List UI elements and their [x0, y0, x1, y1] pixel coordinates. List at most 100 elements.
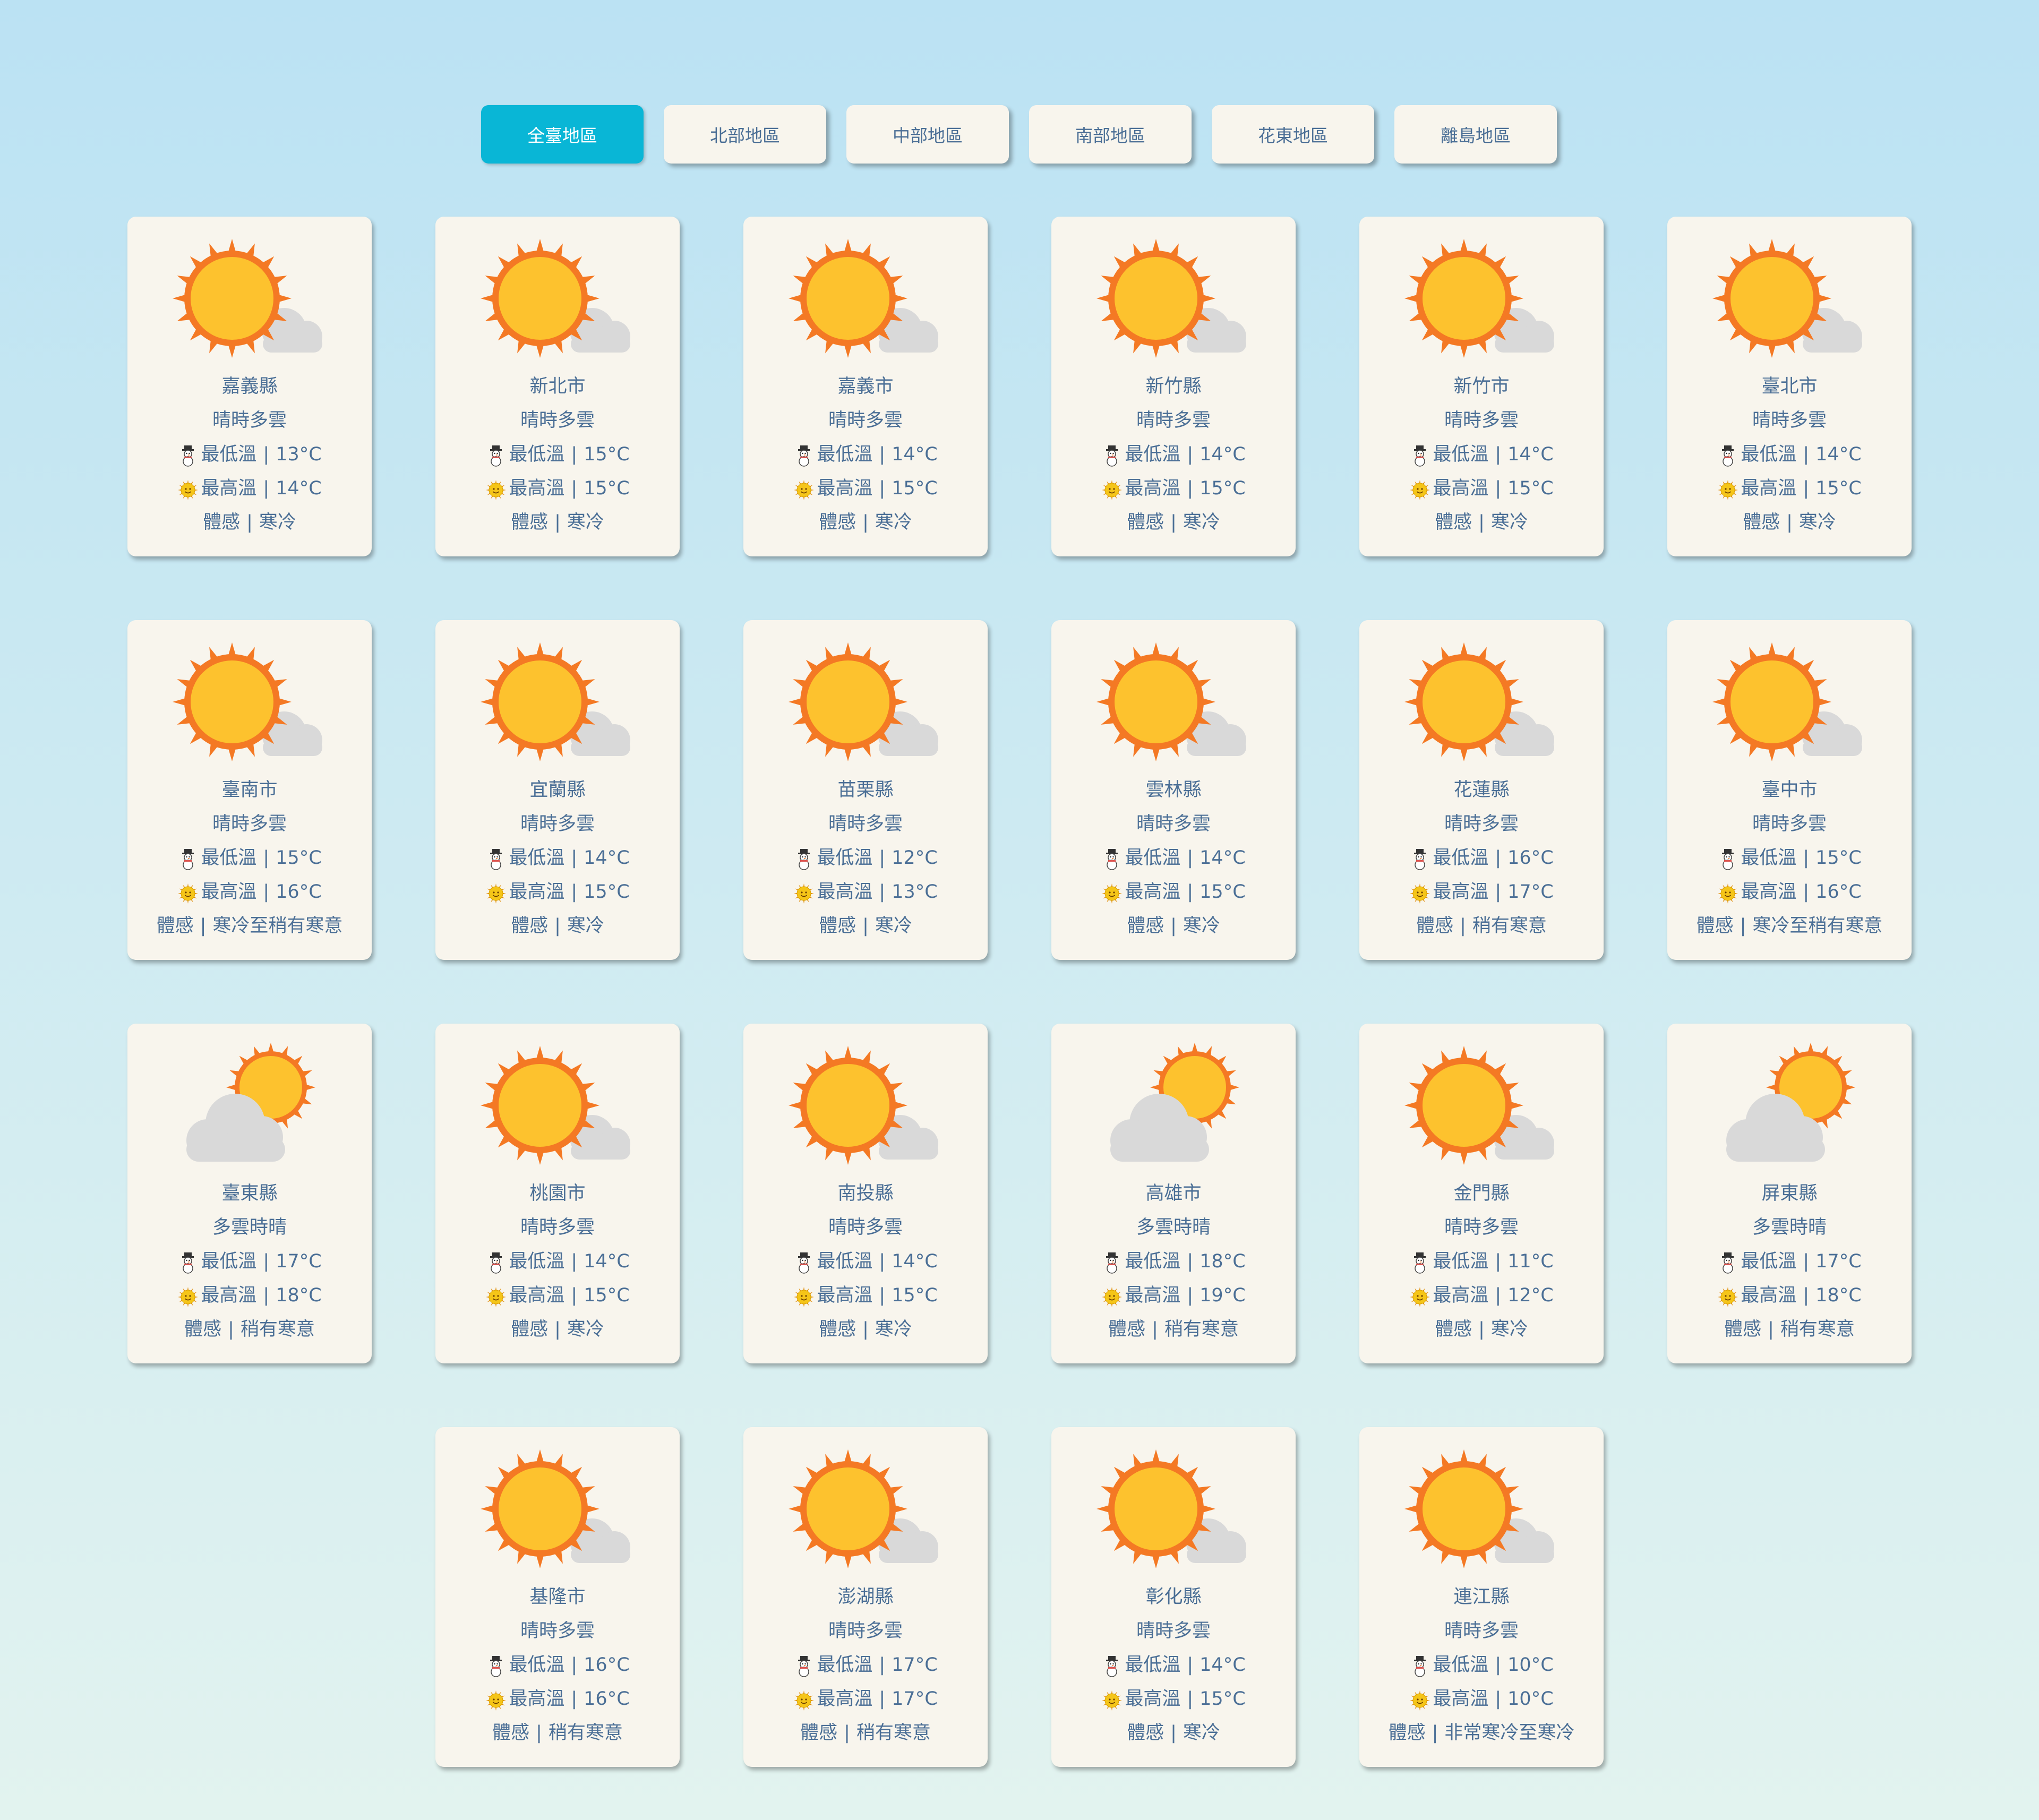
feel-value: 非常寒冷至寒冷: [1444, 1722, 1575, 1744]
city-name: 臺東縣: [221, 1183, 278, 1204]
snowman-icon: [1409, 444, 1430, 467]
snowman-icon: [793, 847, 815, 870]
sun-face-icon: [485, 1285, 507, 1307]
tab-central[interactable]: 中部地區: [846, 105, 1009, 164]
weather-card[interactable]: 雲林縣 晴時多雲 最低溫 | 14°C 最高溫 | 15°C 體感 | 寒冷: [1051, 620, 1296, 960]
max-temp-value: 12°C: [1507, 1285, 1554, 1306]
sun-behind-cloud-icon: [173, 231, 327, 364]
feel-value: 寒冷: [259, 512, 296, 533]
separator: |: [1187, 444, 1194, 465]
weather-card[interactable]: 桃園市 晴時多雲 最低溫 | 14°C 最高溫 | 15°C 體感 | 寒冷: [435, 1024, 680, 1363]
sun-behind-cloud-icon: [1404, 635, 1558, 768]
weather-card[interactable]: 臺東縣 多雲時晴 最低溫 | 17°C 最高溫 | 18°C 體感 | 稍有寒意: [127, 1024, 372, 1363]
separator: |: [1495, 444, 1502, 465]
sun-face-icon: [485, 478, 507, 500]
min-temp-value: 14°C: [892, 444, 938, 465]
weather-card[interactable]: 澎湖縣 晴時多雲 最低溫 | 17°C 最高溫 | 17°C 體感 | 稍有寒意: [743, 1427, 988, 1767]
feel-row: 體感 | 稍有寒意: [1724, 1312, 1855, 1346]
city-name: 臺南市: [221, 779, 278, 801]
separator: |: [536, 1722, 542, 1744]
weather-description: 晴時多雲: [1752, 410, 1827, 431]
feel-label: 體感: [511, 1319, 549, 1340]
max-temp-row: 最高溫 | 17°C: [793, 1682, 938, 1716]
weather-card[interactable]: 連江縣 晴時多雲 最低溫 | 10°C 最高溫 | 10°C 體感 | 非常寒冷至寒冷: [1359, 1427, 1604, 1767]
tab-southern[interactable]: 南部地區: [1029, 105, 1192, 164]
tab-hualien-taitung[interactable]: 花東地區: [1212, 105, 1374, 164]
weather-card[interactable]: 金門縣 晴時多雲 最低溫 | 11°C 最高溫 | 12°C 體感 | 寒冷: [1359, 1024, 1604, 1363]
feel-label: 體感: [511, 915, 549, 937]
min-temp-row: 最低溫 | 12°C: [793, 841, 938, 875]
tab-all-taiwan[interactable]: 全臺地區: [481, 105, 644, 164]
snowman-icon: [485, 1251, 507, 1274]
weather-description: 晴時多雲: [212, 813, 287, 835]
separator: |: [1803, 881, 1810, 903]
max-temp-value: 15°C: [1200, 881, 1246, 903]
feel-value: 稍有寒意: [856, 1722, 931, 1744]
weather-card[interactable]: 新竹縣 晴時多雲 最低溫 | 14°C 最高溫 | 15°C 體感 | 寒冷: [1051, 217, 1296, 556]
min-temp-row: 最低溫 | 14°C: [1101, 1648, 1246, 1682]
weather-card[interactable]: 新竹市 晴時多雲 最低溫 | 14°C 最高溫 | 15°C 體感 | 寒冷: [1359, 217, 1604, 556]
feel-row: 體感 | 稍有寒意: [1416, 909, 1547, 943]
weather-card[interactable]: 苗栗縣 晴時多雲 最低溫 | 12°C 最高溫 | 13°C 體感 | 寒冷: [743, 620, 988, 960]
weather-card[interactable]: 南投縣 晴時多雲 最低溫 | 14°C 最高溫 | 15°C 體感 | 寒冷: [743, 1024, 988, 1363]
separator: |: [1803, 1285, 1810, 1306]
sun-face-icon: [177, 881, 199, 904]
sun-behind-cloud-icon: [789, 231, 943, 364]
min-temp-label: 最低溫: [817, 1654, 873, 1676]
sun-face-icon: [1717, 1285, 1738, 1307]
min-temp-value: 12°C: [892, 847, 938, 869]
city-name: 連江縣: [1453, 1586, 1510, 1608]
tab-northern[interactable]: 北部地區: [664, 105, 826, 164]
sun-face-icon: [1717, 478, 1738, 500]
weather-description: 晴時多雲: [1752, 813, 1827, 835]
min-temp-label: 最低溫: [1125, 847, 1181, 869]
region-tabs: 全臺地區 北部地區 中部地區 南部地區 花東地區 離島地區: [481, 105, 1557, 164]
separator: |: [571, 1251, 578, 1272]
weather-card[interactable]: 新北市 晴時多雲 最低溫 | 15°C 最高溫 | 15°C 體感 | 寒冷: [435, 217, 680, 556]
feel-label: 體感: [1416, 915, 1454, 937]
weather-card[interactable]: 宜蘭縣 晴時多雲 最低溫 | 14°C 最高溫 | 15°C 體感 | 寒冷: [435, 620, 680, 960]
weather-card[interactable]: 彰化縣 晴時多雲 最低溫 | 14°C 最高溫 | 15°C 體感 | 寒冷: [1051, 1427, 1296, 1767]
weather-card[interactable]: 臺南市 晴時多雲 最低溫 | 15°C 最高溫 | 16°C 體感 | 寒冷至稍有寒意: [127, 620, 372, 960]
separator: |: [554, 512, 561, 533]
weather-card[interactable]: 基隆市 晴時多雲 最低溫 | 16°C 最高溫 | 16°C 體感 | 稍有寒意: [435, 1427, 680, 1767]
weather-card[interactable]: 花蓮縣 晴時多雲 最低溫 | 16°C 最高溫 | 17°C 體感 | 稍有寒意: [1359, 620, 1604, 960]
min-temp-label: 最低溫: [817, 1251, 873, 1272]
separator: |: [844, 1722, 850, 1744]
weather-card[interactable]: 嘉義市 晴時多雲 最低溫 | 14°C 最高溫 | 15°C 體感 | 寒冷: [743, 217, 988, 556]
feel-value: 寒冷: [875, 1319, 912, 1340]
max-temp-value: 15°C: [1200, 1688, 1246, 1710]
city-name: 高雄市: [1145, 1183, 1202, 1204]
feel-row: 體感 | 稍有寒意: [184, 1312, 315, 1346]
tab-outlying-islands[interactable]: 離島地區: [1394, 105, 1557, 164]
weather-card[interactable]: 嘉義縣 晴時多雲 最低溫 | 13°C 最高溫 | 14°C 體感 | 寒冷: [127, 217, 372, 556]
min-temp-row: 最低溫 | 14°C: [1101, 437, 1246, 471]
feel-row: 體感 | 寒冷: [819, 1312, 912, 1346]
weather-card[interactable]: 臺中市 晴時多雲 最低溫 | 15°C 最高溫 | 16°C 體感 | 寒冷至稍有寒意: [1667, 620, 1912, 960]
snowman-icon: [1409, 1654, 1430, 1677]
weather-card[interactable]: 高雄市 多雲時晴 最低溫 | 18°C 最高溫 | 19°C 體感 | 稍有寒意: [1051, 1024, 1296, 1363]
separator: |: [879, 1688, 886, 1710]
snowman-icon: [1717, 444, 1738, 467]
max-temp-row: 最高溫 | 15°C: [1717, 471, 1862, 505]
max-temp-value: 18°C: [276, 1285, 322, 1306]
feel-value: 稍有寒意: [1164, 1319, 1239, 1340]
feel-value: 寒冷至稍有寒意: [1752, 915, 1883, 937]
separator: |: [263, 1251, 270, 1272]
weather-card-grid: 嘉義縣 晴時多雲 最低溫 | 13°C 最高溫 | 14°C 體感 | 寒冷 新北市 晴時多雲 最低溫 | 1…: [127, 217, 1912, 1767]
weather-description: 晴時多雲: [1444, 813, 1519, 835]
sun-behind-cloud-icon: [173, 635, 327, 768]
city-name: 新竹市: [1453, 376, 1510, 397]
feel-label: 體感: [203, 512, 241, 533]
max-temp-value: 16°C: [584, 1688, 630, 1710]
weather-card[interactable]: 屏東縣 多雲時晴 最低溫 | 17°C 最高溫 | 18°C 體感 | 稍有寒意: [1667, 1024, 1912, 1363]
feel-row: 體感 | 寒冷: [511, 909, 604, 943]
max-temp-label: 最高溫: [1741, 881, 1797, 903]
feel-row: 體感 | 寒冷: [1127, 1716, 1220, 1750]
min-temp-row: 最低溫 | 15°C: [177, 841, 322, 875]
max-temp-row: 最高溫 | 15°C: [1409, 471, 1554, 505]
min-temp-row: 最低溫 | 16°C: [1409, 841, 1554, 875]
separator: |: [1495, 1285, 1502, 1306]
weather-card[interactable]: 臺北市 晴時多雲 最低溫 | 14°C 最高溫 | 15°C 體感 | 寒冷: [1667, 217, 1912, 556]
min-temp-label: 最低溫: [1433, 444, 1489, 465]
